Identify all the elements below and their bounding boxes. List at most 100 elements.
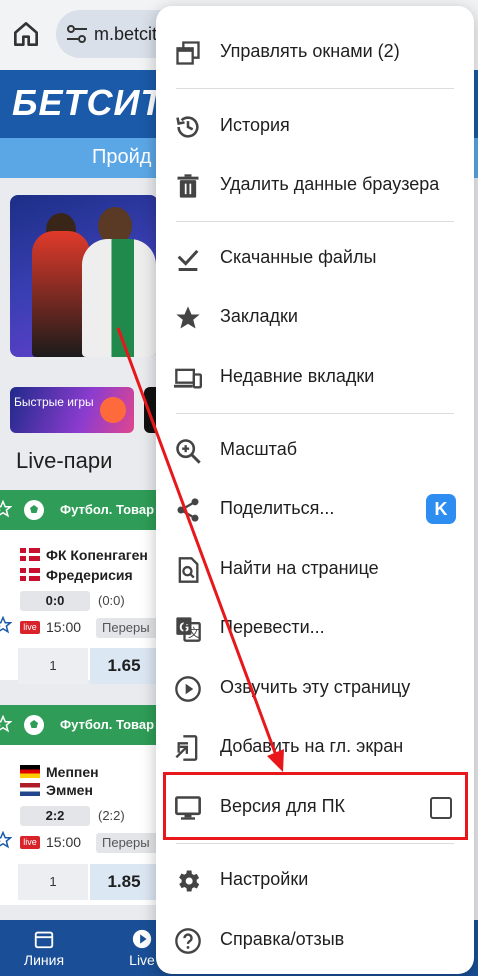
zoom-in-icon bbox=[176, 439, 201, 464]
menu-label: Справка/отзыв bbox=[220, 929, 345, 949]
home-icon[interactable] bbox=[10, 18, 42, 50]
menu-label: Настройки bbox=[220, 869, 309, 889]
menu-label: Найти на странице bbox=[220, 558, 379, 578]
menu-label: Озвучить эту страницу bbox=[220, 677, 411, 697]
match-time: 15:00 bbox=[46, 834, 82, 850]
menu-label: Добавить на гл. экран bbox=[220, 736, 404, 756]
menu-label: Управлять окнами (2) bbox=[220, 41, 400, 61]
favorite-star-icon[interactable] bbox=[0, 500, 12, 518]
menu-label: Закладки bbox=[220, 306, 298, 326]
soccer-ball-icon bbox=[24, 500, 44, 520]
menu-label: Масштаб bbox=[220, 439, 298, 459]
score: 0:0 bbox=[20, 591, 90, 611]
nav-live-label: Live bbox=[129, 952, 155, 968]
player-figure bbox=[82, 239, 156, 357]
devices-icon bbox=[174, 368, 202, 389]
nav-line-label: Линия bbox=[23, 952, 65, 968]
help-icon bbox=[175, 928, 201, 954]
menu-item-manage-windows[interactable]: Управлять окнами (2) bbox=[156, 23, 474, 81]
match-card[interactable]: Меппен Эммен 2:2 (2:2) live 15:00 Переры… bbox=[0, 745, 160, 905]
menu-divider bbox=[176, 413, 454, 414]
league-name: Футбол. Товар bbox=[60, 717, 155, 732]
promo-text: Пройд bbox=[92, 146, 152, 168]
match-status: Переры bbox=[96, 833, 160, 853]
translate-icon: G文 bbox=[176, 617, 201, 642]
menu-item-history[interactable]: История bbox=[156, 97, 474, 155]
menu-label: Версия для ПК bbox=[220, 796, 346, 816]
menu-label: Перевести... bbox=[220, 617, 325, 637]
menu-label: История bbox=[220, 115, 290, 135]
menu-item-recent-tabs[interactable]: Недавние вкладки bbox=[156, 348, 474, 406]
menu-divider bbox=[176, 221, 454, 222]
team-home: Меппен bbox=[20, 764, 99, 780]
star-icon bbox=[176, 306, 200, 329]
tune-icon[interactable] bbox=[66, 24, 88, 44]
play-circle-icon bbox=[175, 676, 201, 702]
menu-item-read-aloud[interactable]: Озвучить эту страницу bbox=[156, 659, 474, 717]
menu-item-downloads[interactable]: Скачанные файлы bbox=[156, 229, 474, 287]
match-time: 15:00 bbox=[46, 619, 82, 635]
flag-germany-icon bbox=[20, 765, 40, 778]
team-home: ФК Копенгаген bbox=[20, 547, 148, 563]
menu-label: Недавние вкладки bbox=[220, 366, 375, 386]
play-icon bbox=[132, 929, 152, 949]
desktop-icon bbox=[175, 796, 201, 820]
menu-item-bookmarks[interactable]: Закладки bbox=[156, 288, 474, 346]
odd-label: 1 bbox=[18, 864, 88, 900]
favorite-star-icon[interactable] bbox=[0, 616, 12, 634]
find-in-page-icon bbox=[178, 557, 199, 583]
league-name: Футбол. Товар bbox=[60, 502, 155, 517]
svg-text:文: 文 bbox=[188, 626, 200, 640]
menu-item-share[interactable]: Поделиться... K bbox=[156, 480, 474, 538]
match-league-header[interactable]: Футбол. Товар bbox=[0, 705, 158, 745]
flag-netherlands-icon bbox=[20, 783, 40, 796]
browser-menu: Управлять окнами (2) История Удалить дан… bbox=[156, 6, 474, 974]
quick-games-label: Быстрые игры bbox=[14, 395, 94, 409]
match-league-header[interactable]: Футбол. Товар bbox=[0, 490, 158, 530]
menu-divider bbox=[176, 843, 454, 844]
menu-item-add-to-home[interactable]: Добавить на гл. экран bbox=[156, 718, 474, 776]
menu-divider bbox=[176, 88, 454, 89]
menu-item-desktop-site[interactable]: Версия для ПК bbox=[156, 778, 474, 836]
download-done-icon bbox=[177, 249, 199, 271]
favorite-star-icon[interactable] bbox=[0, 831, 12, 849]
history-icon bbox=[176, 116, 199, 138]
menu-label: Удалить данные браузера bbox=[220, 174, 440, 194]
menu-label: Поделиться... bbox=[220, 498, 335, 518]
ball-icon bbox=[100, 397, 126, 423]
desktop-site-checkbox[interactable] bbox=[430, 797, 452, 819]
promo-banner[interactable] bbox=[10, 195, 158, 357]
menu-label: Скачанные файлы bbox=[220, 247, 377, 267]
odd-button[interactable]: 1.65 bbox=[90, 648, 158, 684]
live-badge: live bbox=[20, 836, 40, 849]
settings-icon bbox=[179, 870, 200, 892]
match-card[interactable]: ФК Копенгаген Фредерисия 0:0 (0:0) live … bbox=[0, 530, 160, 684]
odd-label: 1 bbox=[18, 648, 88, 684]
nav-line[interactable]: Линия bbox=[14, 928, 74, 968]
calendar-icon bbox=[34, 931, 54, 949]
quick-games-card[interactable]: Быстрые игры bbox=[10, 387, 134, 433]
windows-icon bbox=[176, 41, 200, 65]
odd-button[interactable]: 1.85 bbox=[90, 864, 158, 900]
score: 2:2 bbox=[20, 806, 90, 826]
favorite-star-icon[interactable] bbox=[0, 715, 12, 733]
team-away: Эммен bbox=[20, 782, 93, 798]
add-to-home-icon bbox=[175, 735, 198, 761]
trash-icon bbox=[177, 174, 199, 198]
team-away: Фредерисия bbox=[20, 567, 133, 583]
menu-item-clear-data[interactable]: Удалить данные браузера bbox=[156, 156, 474, 214]
menu-item-translate[interactable]: G文 Перевести... bbox=[156, 599, 474, 657]
menu-item-settings[interactable]: Настройки bbox=[156, 851, 474, 909]
menu-item-find-in-page[interactable]: Найти на странице bbox=[156, 540, 474, 598]
flag-denmark-icon bbox=[20, 548, 40, 561]
menu-item-help[interactable]: Справка/отзыв bbox=[156, 911, 474, 969]
soccer-ball-icon bbox=[24, 715, 44, 735]
share-icon bbox=[177, 498, 199, 522]
flag-denmark-icon bbox=[20, 568, 40, 581]
half-score: (2:2) bbox=[98, 808, 125, 823]
live-badge: live bbox=[20, 621, 40, 634]
menu-item-zoom[interactable]: Масштаб bbox=[156, 421, 474, 479]
half-score: (0:0) bbox=[98, 593, 125, 608]
vk-share-icon[interactable]: K bbox=[426, 494, 456, 524]
live-section-title: Live-пари bbox=[16, 448, 113, 473]
